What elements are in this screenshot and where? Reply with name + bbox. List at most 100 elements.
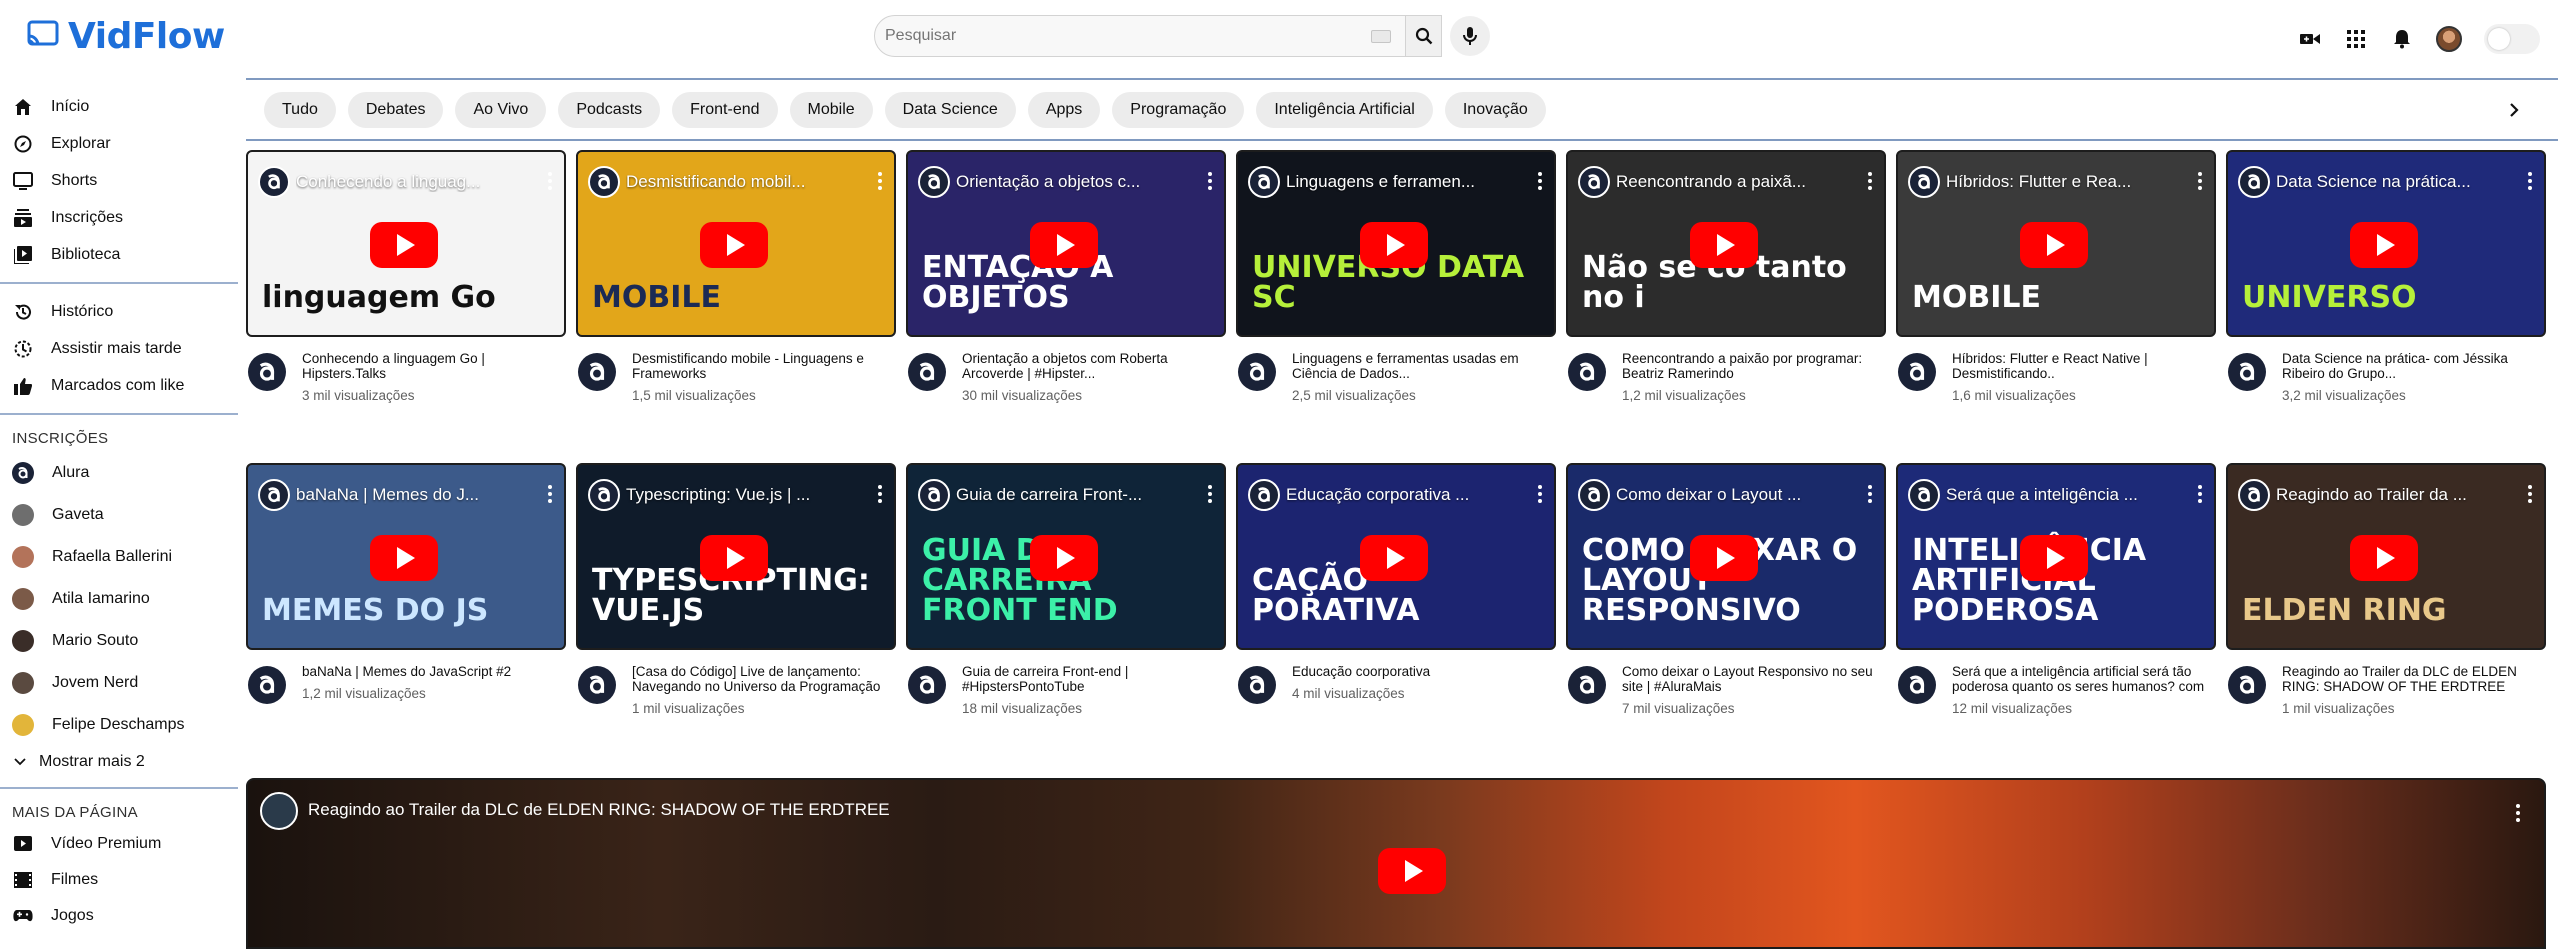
search-input[interactable] xyxy=(885,27,1325,45)
play-button[interactable] xyxy=(370,222,438,268)
video-thumbnail[interactable]: UNIVERSO Data Science na prática... xyxy=(2226,150,2546,337)
sidebar-item-biblioteca[interactable]: Biblioteca xyxy=(0,236,238,273)
thumbnail-title[interactable]: Data Science na prática... xyxy=(2276,172,2514,192)
channel-logo-icon[interactable] xyxy=(1908,479,1940,511)
play-button[interactable] xyxy=(1030,222,1098,268)
play-button[interactable] xyxy=(1360,222,1428,268)
channel-logo-icon[interactable] xyxy=(1578,166,1610,198)
search-button[interactable] xyxy=(1406,15,1442,57)
sidebar-item-marcados-com-like[interactable]: Marcados com like xyxy=(0,367,238,404)
channel-logo-icon[interactable] xyxy=(258,479,290,511)
play-button[interactable] xyxy=(700,535,768,581)
channel-logo-icon[interactable] xyxy=(1578,479,1610,511)
thumbnail-title[interactable]: Orientação a objetos c... xyxy=(956,172,1194,192)
play-button[interactable] xyxy=(1690,222,1758,268)
chip[interactable]: Inovação xyxy=(1444,92,1546,128)
more-options-icon[interactable] xyxy=(878,172,882,190)
more-options-icon[interactable] xyxy=(2198,485,2202,503)
channel-logo-icon[interactable] xyxy=(2238,166,2270,198)
chip[interactable]: Data Science xyxy=(884,92,1016,128)
channel-logo-icon[interactable] xyxy=(918,166,950,198)
channel-logo-icon[interactable] xyxy=(1248,166,1280,198)
video-thumbnail[interactable]: INTELIGÊNCIA ARTIFICIAL PODEROSASerá que… xyxy=(1896,463,2216,650)
video-thumbnail[interactable]: UNIVERSO DATA SC Linguagens e ferramen... xyxy=(1236,150,1556,337)
video-card[interactable]: COMO DEIXAR O LAYOUT RESPONSIVO Como deix… xyxy=(1566,463,1886,720)
channel-avatar[interactable] xyxy=(260,792,298,830)
more-options-icon[interactable] xyxy=(2198,172,2202,190)
thumbnail-title[interactable]: Híbridos: Flutter e Rea... xyxy=(1946,172,2184,192)
video-title[interactable]: Como deixar o Layout Responsivo no seu s… xyxy=(1622,664,1886,694)
channel-logo-icon[interactable] xyxy=(1908,166,1940,198)
video-thumbnail[interactable]: ELDEN RING Reagindo ao Trailer da ... xyxy=(2226,463,2546,650)
subscription-jovem-nerd[interactable]: Jovem Nerd xyxy=(0,662,238,704)
more-options-icon[interactable] xyxy=(2528,485,2532,503)
video-thumbnail[interactable]: MOBILE Desmistificando mobil... xyxy=(576,150,896,337)
subscription-gaveta[interactable]: Gaveta xyxy=(0,494,238,536)
video-card[interactable]: Não se co tanto no iReencontrando a paix… xyxy=(1566,150,1886,407)
video-title[interactable]: baNaNa | Memes do JavaScript #2 xyxy=(302,664,566,679)
video-title[interactable]: Desmistificando mobile - Linguagens e Fr… xyxy=(632,351,896,381)
play-button[interactable] xyxy=(1378,848,1446,894)
video-thumbnail[interactable]: MOBILE Híbridos: Flutter e Rea... xyxy=(1896,150,2216,337)
chip[interactable]: Front-end xyxy=(672,92,778,128)
more-options-icon[interactable] xyxy=(2528,172,2532,190)
channel-avatar[interactable] xyxy=(2228,666,2266,704)
video-thumbnail[interactable]: MEMES DO JS baNaNa | Memes do J... xyxy=(246,463,566,650)
thumbnail-title[interactable]: Será que a inteligência ... xyxy=(1946,485,2184,505)
channel-avatar[interactable] xyxy=(248,666,286,704)
apps-button[interactable] xyxy=(2344,27,2368,51)
more-options-icon[interactable] xyxy=(548,172,552,190)
more-options-icon[interactable] xyxy=(1868,485,1872,503)
more-options-icon[interactable] xyxy=(1538,485,1542,503)
video-card[interactable]: INTELIGÊNCIA ARTIFICIAL PODEROSASerá que… xyxy=(1896,463,2216,720)
sidebar-item-assistir-mais-tarde[interactable]: Assistir mais tarde xyxy=(0,330,238,367)
thumbnail-title[interactable]: Typescripting: Vue.js | ... xyxy=(626,485,864,505)
channel-logo-icon[interactable] xyxy=(2238,479,2270,511)
sidebar-item-inicio[interactable]: Início xyxy=(0,88,238,125)
play-button[interactable] xyxy=(2350,535,2418,581)
search-box[interactable] xyxy=(874,15,1406,57)
channel-avatar[interactable] xyxy=(908,353,946,391)
featured-title[interactable]: Reagindo ao Trailer da DLC de ELDEN RING… xyxy=(308,800,890,820)
more-options-icon[interactable] xyxy=(1868,172,1872,190)
subscription-felipe-deschamps[interactable]: Felipe Deschamps xyxy=(0,704,238,746)
channel-avatar[interactable] xyxy=(1568,666,1606,704)
notifications-button[interactable] xyxy=(2390,27,2414,51)
thumbnail-title[interactable]: Educação corporativa ... xyxy=(1286,485,1524,505)
show-more-button[interactable]: Mostrar mais 2 xyxy=(0,746,238,778)
video-title[interactable]: Conhecendo a linguagem Go | Hipsters.Tal… xyxy=(302,351,566,381)
thumbnail-title[interactable]: Linguagens e ferramen... xyxy=(1286,172,1524,192)
video-card[interactable]: MOBILE Desmistificando mobil... Desmistifi… xyxy=(576,150,896,407)
video-thumbnail[interactable]: CAÇÃO PORATIVA Educação corporativa ... xyxy=(1236,463,1556,650)
channel-avatar[interactable] xyxy=(1898,666,1936,704)
sidebar-item-explorar[interactable]: Explorar xyxy=(0,125,238,162)
channel-avatar[interactable] xyxy=(908,666,946,704)
video-title[interactable]: Reencontrando a paixão por programar: Be… xyxy=(1622,351,1886,381)
more-options-icon[interactable] xyxy=(1538,172,1542,190)
theme-toggle[interactable] xyxy=(2484,24,2540,54)
play-button[interactable] xyxy=(1030,535,1098,581)
sidebar-item-jogos[interactable]: Jogos xyxy=(0,898,238,934)
sidebar-item-historico[interactable]: Histórico xyxy=(0,293,238,330)
more-options-icon[interactable] xyxy=(1208,172,1212,190)
chip[interactable]: Tudo xyxy=(264,92,336,128)
play-button[interactable] xyxy=(2020,222,2088,268)
create-video-button[interactable] xyxy=(2298,27,2322,51)
video-thumbnail[interactable]: GUIA DE CARREIRA FRONT END Guia de carrei… xyxy=(906,463,1226,650)
play-button[interactable] xyxy=(2350,222,2418,268)
channel-avatar[interactable] xyxy=(1238,666,1276,704)
play-button[interactable] xyxy=(370,535,438,581)
chip[interactable]: Ao Vivo xyxy=(455,92,547,128)
chip[interactable]: Apps xyxy=(1027,92,1101,128)
play-button[interactable] xyxy=(700,222,768,268)
video-title[interactable]: Híbridos: Flutter e React Native | Desmi… xyxy=(1952,351,2216,381)
sidebar-item-inscricoes[interactable]: Inscrições xyxy=(0,199,238,236)
video-card[interactable]: CAÇÃO PORATIVA Educação corporativa ... Ed… xyxy=(1236,463,1556,720)
featured-video[interactable]: Reagindo ao Trailer da DLC de ELDEN RING… xyxy=(246,778,2546,949)
channel-logo-icon[interactable] xyxy=(258,166,290,198)
channel-logo-icon[interactable] xyxy=(588,479,620,511)
channel-avatar[interactable] xyxy=(1568,353,1606,391)
video-title[interactable]: Educação coorporativa xyxy=(1292,664,1556,679)
video-card[interactable]: TYPESCRIPTING: VUE.JSTypescripting: Vue.… xyxy=(576,463,896,720)
channel-avatar[interactable] xyxy=(2228,353,2266,391)
